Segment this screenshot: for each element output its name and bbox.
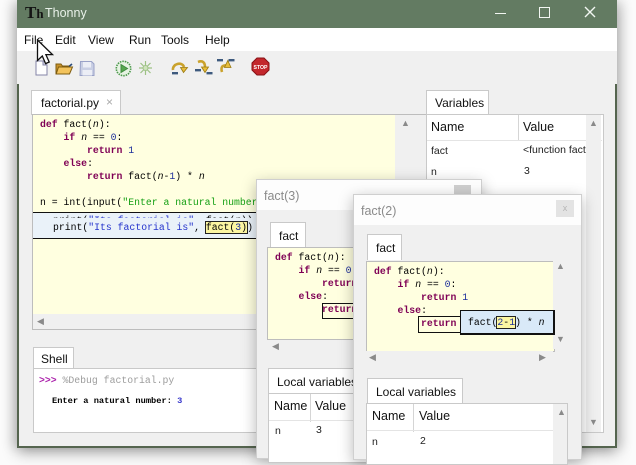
svg-text:STOP: STOP xyxy=(253,65,268,71)
